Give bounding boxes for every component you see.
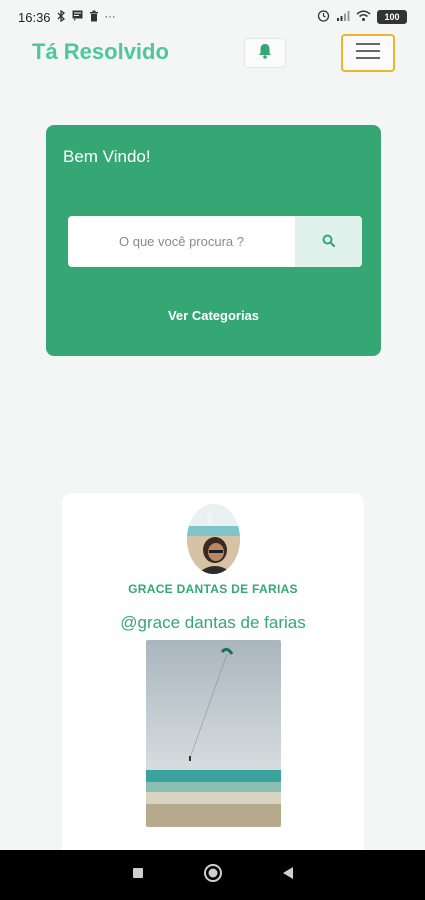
search-button[interactable] <box>295 216 362 267</box>
status-time: 16:36 <box>18 9 51 25</box>
trash-icon <box>89 10 99 25</box>
profile-name[interactable]: GRACE DANTAS DE FARIAS <box>62 582 364 596</box>
recent-apps-button[interactable] <box>123 860 153 890</box>
home-circle-icon <box>203 863 223 888</box>
search-icon <box>322 234 336 250</box>
search-input[interactable] <box>68 216 295 267</box>
message-icon <box>72 10 83 24</box>
brand-logo-text[interactable]: Tá Resolvido <box>32 39 169 65</box>
profile-handle: @grace dantas de farias <box>120 613 306 632</box>
profile-card[interactable]: GRACE DANTAS DE FARIAS @grace dantas de … <box>62 493 364 863</box>
back-triangle-icon <box>282 866 294 885</box>
welcome-card: Bem Vindo! Ver Categorias <box>46 125 381 356</box>
signal-icon <box>336 10 350 25</box>
post-image[interactable] <box>146 640 281 827</box>
status-left: 16:36 ··· <box>18 9 116 25</box>
wifi-icon <box>356 10 371 25</box>
search-box <box>68 216 362 267</box>
square-icon <box>132 866 144 884</box>
hamburger-icon <box>356 42 380 65</box>
menu-button[interactable] <box>341 34 395 72</box>
view-categories-link[interactable]: Ver Categorias <box>46 308 381 323</box>
bell-icon <box>258 43 272 64</box>
avatar[interactable] <box>187 504 240 574</box>
back-button[interactable] <box>273 860 303 890</box>
status-bar: 16:36 ··· 100 <box>0 0 425 34</box>
status-right: 100 <box>317 9 407 25</box>
bluetooth-icon <box>57 9 66 25</box>
welcome-heading: Bem Vindo! <box>63 147 151 166</box>
android-nav-bar <box>0 850 425 900</box>
notifications-button[interactable] <box>244 38 286 68</box>
app-header: Tá Resolvido <box>0 34 425 74</box>
more-dots-icon: ··· <box>104 11 116 23</box>
battery-indicator: 100 <box>377 10 407 24</box>
alarm-icon <box>317 9 330 25</box>
home-button[interactable] <box>198 860 228 890</box>
